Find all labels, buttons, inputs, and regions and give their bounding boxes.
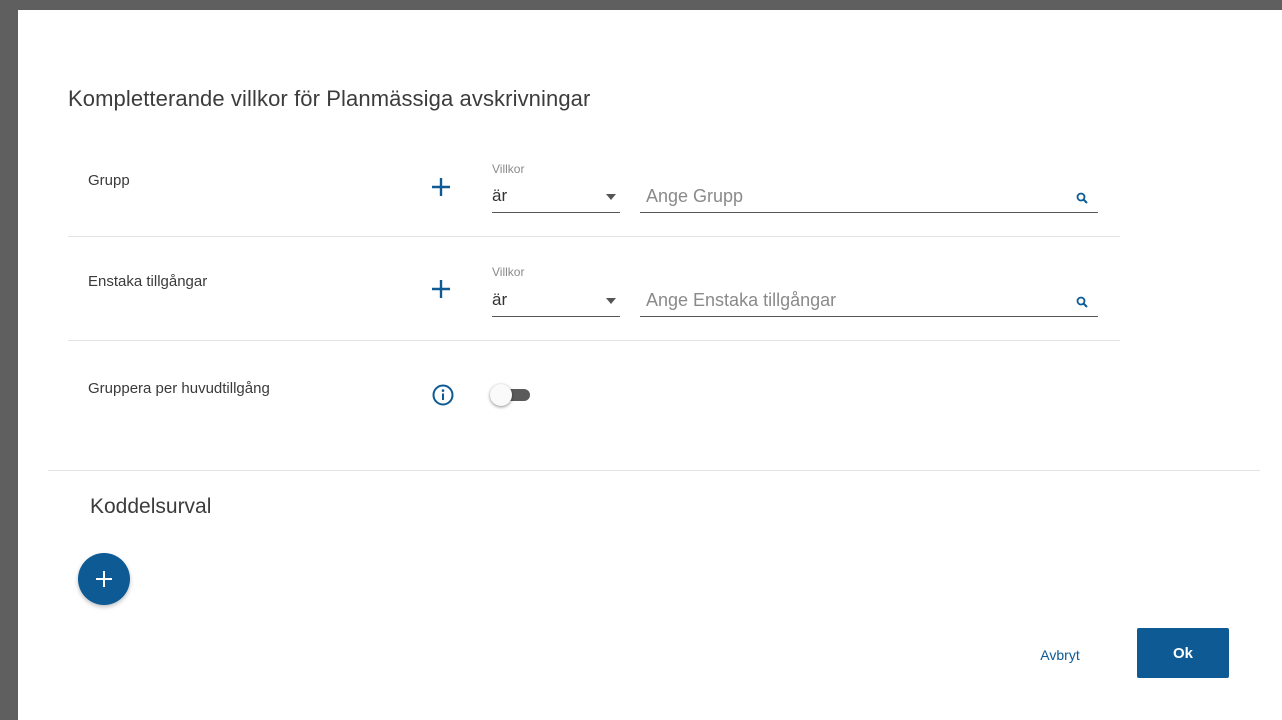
chevron-down-icon bbox=[606, 298, 616, 304]
toggle-knob bbox=[490, 384, 512, 406]
enstaka-search-input[interactable]: Ange Enstaka tillgångar bbox=[640, 286, 1098, 317]
row-divider bbox=[68, 340, 1120, 341]
enstaka-villkor-select[interactable]: är bbox=[492, 286, 620, 317]
gruppera-label: Gruppera per huvudtillgång bbox=[88, 380, 270, 397]
enstaka-villkor-label: Villkor bbox=[492, 265, 525, 279]
ok-button[interactable]: Ok bbox=[1137, 628, 1229, 678]
add-enstaka-condition-plus-icon[interactable] bbox=[430, 278, 452, 300]
grupp-search-input[interactable]: Ange Grupp bbox=[640, 182, 1098, 213]
grupp-input-placeholder: Ange Grupp bbox=[646, 186, 744, 206]
grupp-villkor-value: är bbox=[492, 186, 508, 205]
gruppera-toggle[interactable] bbox=[490, 384, 534, 406]
conditions-dialog: Kompletterande villkor för Planmässiga a… bbox=[18, 10, 1282, 720]
row-divider bbox=[68, 236, 1120, 237]
grupp-villkor-select[interactable]: är bbox=[492, 182, 620, 213]
search-icon[interactable] bbox=[1076, 296, 1088, 308]
section-divider bbox=[48, 470, 1260, 471]
koddelsurval-title: Koddelsurval bbox=[90, 495, 212, 518]
add-koddelsurval-button[interactable] bbox=[78, 553, 130, 605]
enstaka-input-placeholder: Ange Enstaka tillgångar bbox=[646, 290, 837, 310]
plus-icon bbox=[96, 571, 112, 587]
dialog-title: Kompletterande villkor för Planmässiga a… bbox=[68, 86, 591, 111]
grupp-label: Grupp bbox=[88, 172, 130, 189]
cancel-button[interactable]: Avbryt bbox=[1010, 636, 1110, 672]
enstaka-villkor-value: är bbox=[492, 290, 508, 309]
enstaka-tillgangar-label: Enstaka tillgångar bbox=[88, 273, 208, 290]
info-icon[interactable] bbox=[432, 384, 454, 406]
chevron-down-icon bbox=[606, 194, 616, 200]
add-grupp-condition-plus-icon[interactable] bbox=[430, 176, 452, 198]
grupp-villkor-label: Villkor bbox=[492, 162, 525, 176]
search-icon[interactable] bbox=[1076, 192, 1088, 204]
